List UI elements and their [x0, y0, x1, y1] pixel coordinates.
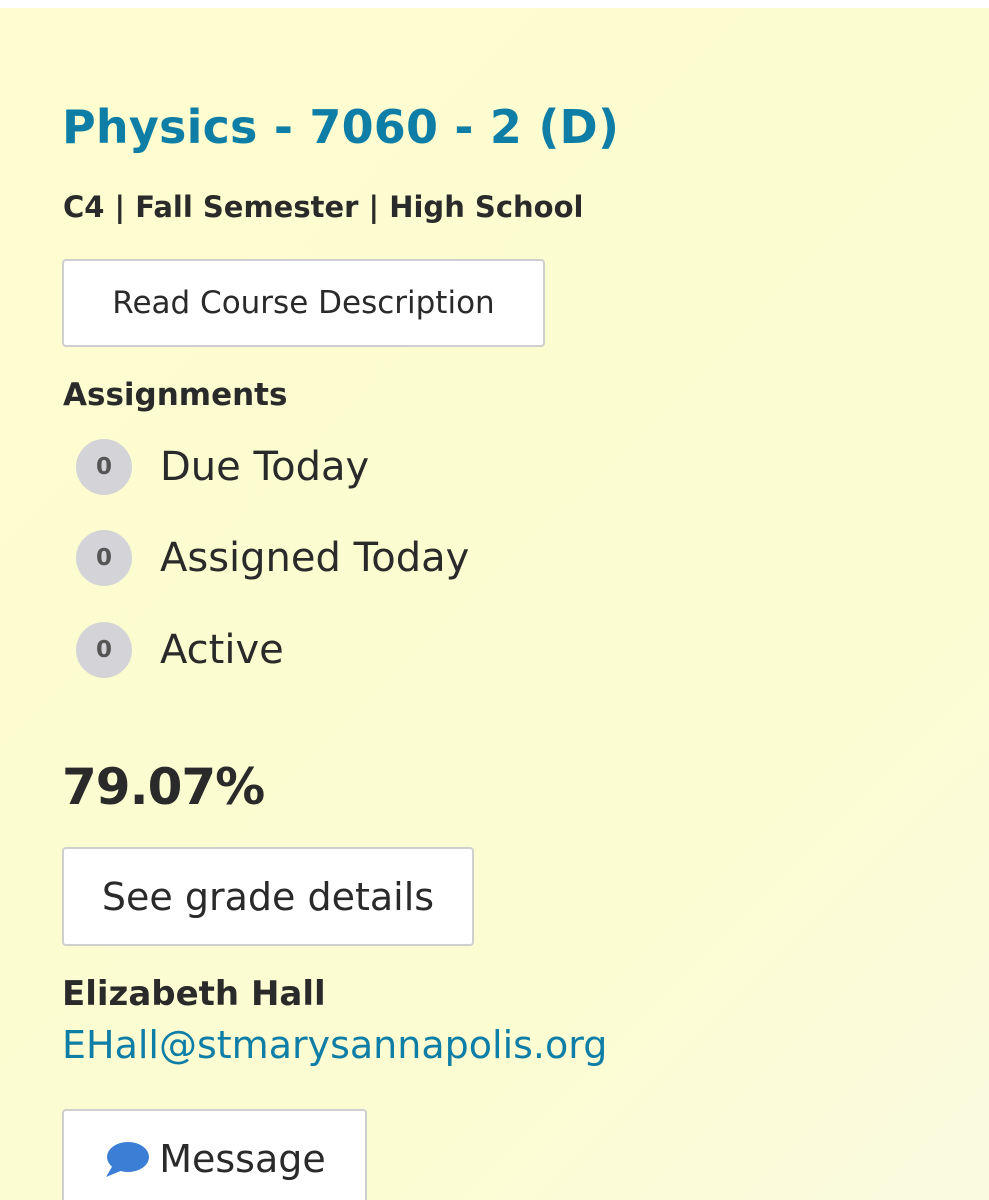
course-meta: C4 | Fall Semester | High School [63, 190, 584, 224]
due-today-label: Due Today [160, 444, 370, 490]
assignment-row-assigned-today[interactable]: 0 Assigned Today [76, 530, 469, 586]
teacher-email-link[interactable]: EHall@stmarysannapolis.org [62, 1023, 607, 1067]
assignments-heading: Assignments [63, 377, 288, 413]
active-label: Active [160, 627, 284, 673]
course-title[interactable]: Physics - 7060 - 2 (D) [62, 100, 619, 154]
teacher-name: Elizabeth Hall [62, 974, 326, 1014]
message-button[interactable]: Message [62, 1109, 367, 1200]
assignment-row-active[interactable]: 0 Active [76, 622, 284, 678]
message-button-label: Message [159, 1137, 326, 1181]
assignment-row-due-today[interactable]: 0 Due Today [76, 439, 369, 495]
course-card: Physics - 7060 - 2 (D) C4 | Fall Semeste… [0, 8, 989, 1200]
grade-percentage: 79.07% [62, 758, 265, 816]
active-count-badge: 0 [76, 622, 132, 678]
speech-bubble-icon [103, 1139, 151, 1179]
read-course-description-button[interactable]: Read Course Description [62, 259, 545, 347]
assigned-today-label: Assigned Today [160, 535, 470, 581]
see-grade-details-button[interactable]: See grade details [62, 847, 474, 946]
due-today-count-badge: 0 [76, 439, 132, 495]
assigned-today-count-badge: 0 [76, 530, 132, 586]
